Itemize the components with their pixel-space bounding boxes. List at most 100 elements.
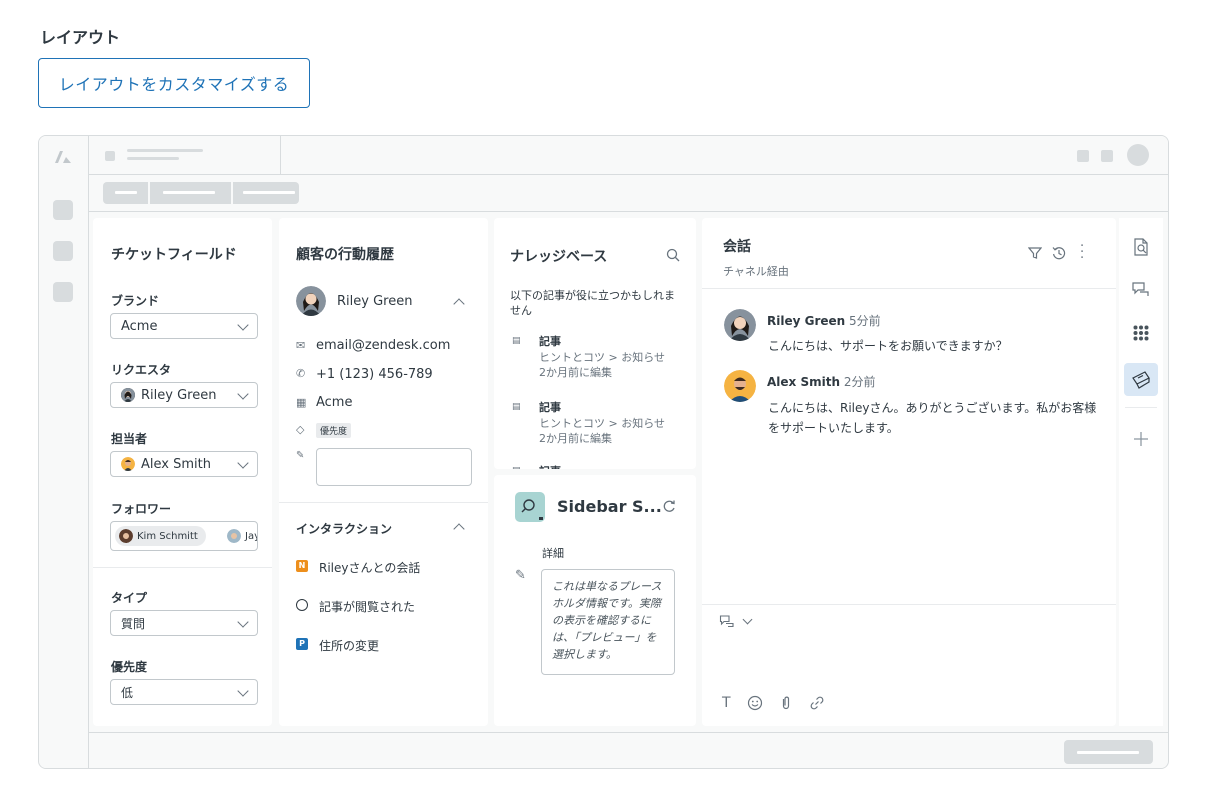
priority-tag: 優先度 (316, 423, 352, 438)
panel-title: 顧客の行動履歴 (296, 247, 394, 263)
attachment-icon[interactable] (780, 695, 792, 711)
follower-tag[interactable]: Kim Schmitt (115, 526, 206, 546)
interaction-item[interactable]: 記事が閲覧された (319, 598, 415, 615)
text-format-icon[interactable]: T (722, 695, 731, 711)
divider (702, 604, 1116, 605)
submit-button-placeholder[interactable] (1064, 740, 1153, 764)
more-menu-icon[interactable]: · · · (1080, 240, 1084, 265)
avatar (121, 388, 135, 402)
channel-switcher-icon[interactable] (719, 614, 735, 628)
conversation-panel: 会話 チャネル経由 · · · Riley Green 5分前 こんにちは、サポート… (702, 218, 1116, 726)
panel-title: チケットフィールド (111, 247, 237, 263)
tab-row (89, 175, 1168, 212)
message-time: 5分前 (849, 314, 881, 328)
chevron-up-icon[interactable] (453, 523, 465, 535)
chevron-down-icon (237, 685, 249, 697)
chevron-down-icon[interactable] (742, 614, 753, 625)
article-path: ヒントとコツ > お知らせ (539, 351, 665, 364)
chevron-down-icon (237, 388, 249, 400)
divider (702, 288, 1116, 289)
article-title[interactable]: 記事 (539, 333, 561, 349)
note-icon: ✎ (296, 450, 305, 461)
avatar-placeholder[interactable] (1127, 144, 1149, 166)
message-text: こんにちは、サポートをお願いできますか？ (768, 339, 1008, 353)
assignee-select[interactable]: Alex Smith (110, 451, 258, 477)
placeholder-square (105, 151, 115, 161)
message-author: Riley Green (767, 314, 846, 328)
article-title[interactable]: 記事 (539, 399, 561, 415)
search-icon[interactable] (666, 248, 680, 262)
p-badge-icon: P (296, 638, 308, 650)
active-app-button[interactable] (1124, 363, 1158, 396)
nav-item-placeholder[interactable] (53, 282, 73, 302)
link-icon[interactable] (809, 695, 825, 711)
placeholder-line (127, 149, 203, 152)
left-nav (39, 136, 89, 768)
message-time: 2分前 (843, 375, 876, 389)
brand-select[interactable]: Acme (110, 313, 258, 339)
divider (93, 567, 272, 568)
interaction-item[interactable]: Rileyさんとの会話 (319, 559, 420, 576)
priority-select[interactable]: 低 (110, 679, 258, 705)
apps-icon[interactable] (1133, 325, 1149, 341)
refresh-icon[interactable] (662, 499, 676, 513)
app-logo-icon (515, 492, 545, 522)
circle-icon (296, 599, 308, 611)
avatar (227, 529, 241, 543)
customer-context-icon[interactable] (1131, 237, 1151, 257)
customer-email[interactable]: email@zendesk.com (316, 338, 450, 353)
nav-item-placeholder[interactable] (53, 241, 73, 261)
tag-icon: ◇ (296, 423, 305, 436)
customer-phone: +1 (123) 456-789 (316, 367, 433, 382)
placeholder-line (127, 157, 179, 160)
followers-field[interactable]: Kim Schmitt Jay (110, 521, 258, 551)
customer-context-panel: 顧客の行動履歴 Riley Green ✉ email@zendesk.com … (279, 218, 488, 726)
follower-tag[interactable]: Jay (223, 526, 257, 546)
select-value: Acme (121, 318, 158, 334)
select-value: 低 (121, 685, 134, 700)
sidebar-app-icon (1132, 371, 1150, 389)
field-label: リクエスタ (111, 363, 172, 377)
panel-title: 会話 (723, 239, 751, 255)
edit-icon: ✎ (515, 568, 526, 583)
ticket-fields-panel: チケットフィールド ブランド Acme リクエスタ Riley Green 担当… (93, 218, 272, 726)
detail-label: 詳細 (542, 547, 564, 560)
notes-input[interactable] (316, 448, 472, 486)
select-value: Alex Smith (141, 456, 211, 472)
email-icon: ✉ (296, 339, 306, 352)
placeholder-square (1101, 150, 1113, 162)
article-icon: ▤ (512, 402, 521, 412)
plus-icon[interactable] (1133, 431, 1149, 447)
phone-icon: ✆ (296, 367, 306, 380)
bottom-bar (89, 732, 1168, 768)
emoji-icon[interactable] (747, 695, 763, 711)
chevron-up-icon[interactable] (453, 298, 465, 310)
sidebar-app-panel: Sidebar S... 詳細 ✎ これは単なるプレースホルダ情報です。実際の表… (494, 475, 696, 726)
avatar (121, 457, 135, 471)
conversations-icon[interactable] (1131, 280, 1151, 298)
field-label: ブランド (111, 294, 160, 308)
avatar (296, 286, 326, 316)
field-label: フォロワー (111, 502, 172, 516)
chevron-down-icon (237, 319, 249, 331)
filter-icon[interactable] (1028, 246, 1042, 260)
placeholder-square (1077, 150, 1089, 162)
follower-name: Jay (245, 530, 257, 542)
field-label: タイプ (111, 591, 148, 605)
requester-select[interactable]: Riley Green (110, 382, 258, 408)
message-author: Alex Smith (767, 375, 840, 389)
nav-item-placeholder[interactable] (53, 200, 73, 220)
page-heading: レイアウト (40, 28, 121, 47)
interaction-item[interactable]: 住所の変更 (319, 637, 379, 654)
message-header: Alex Smith 2分前 (767, 373, 875, 390)
article-path: ヒントとコツ > お知らせ (539, 417, 665, 430)
message-text: こんにちは、Rileyさん。ありがとうございます。私がお客様をサポートいたします… (768, 401, 1097, 435)
chevron-down-icon (237, 457, 249, 469)
customer-name: Riley Green (337, 294, 413, 309)
customize-layout-button[interactable]: レイアウトをカスタマイズする (38, 58, 310, 108)
article-title[interactable]: 記事 (539, 463, 561, 469)
history-icon[interactable] (1052, 246, 1066, 260)
placeholder-textbox[interactable]: これは単なるプレースホルダ情報です。実際の表示を確認するには、「プレビュー」を選… (541, 569, 675, 675)
type-select[interactable]: 質問 (110, 610, 258, 636)
tab-group-placeholder[interactable] (103, 182, 299, 204)
